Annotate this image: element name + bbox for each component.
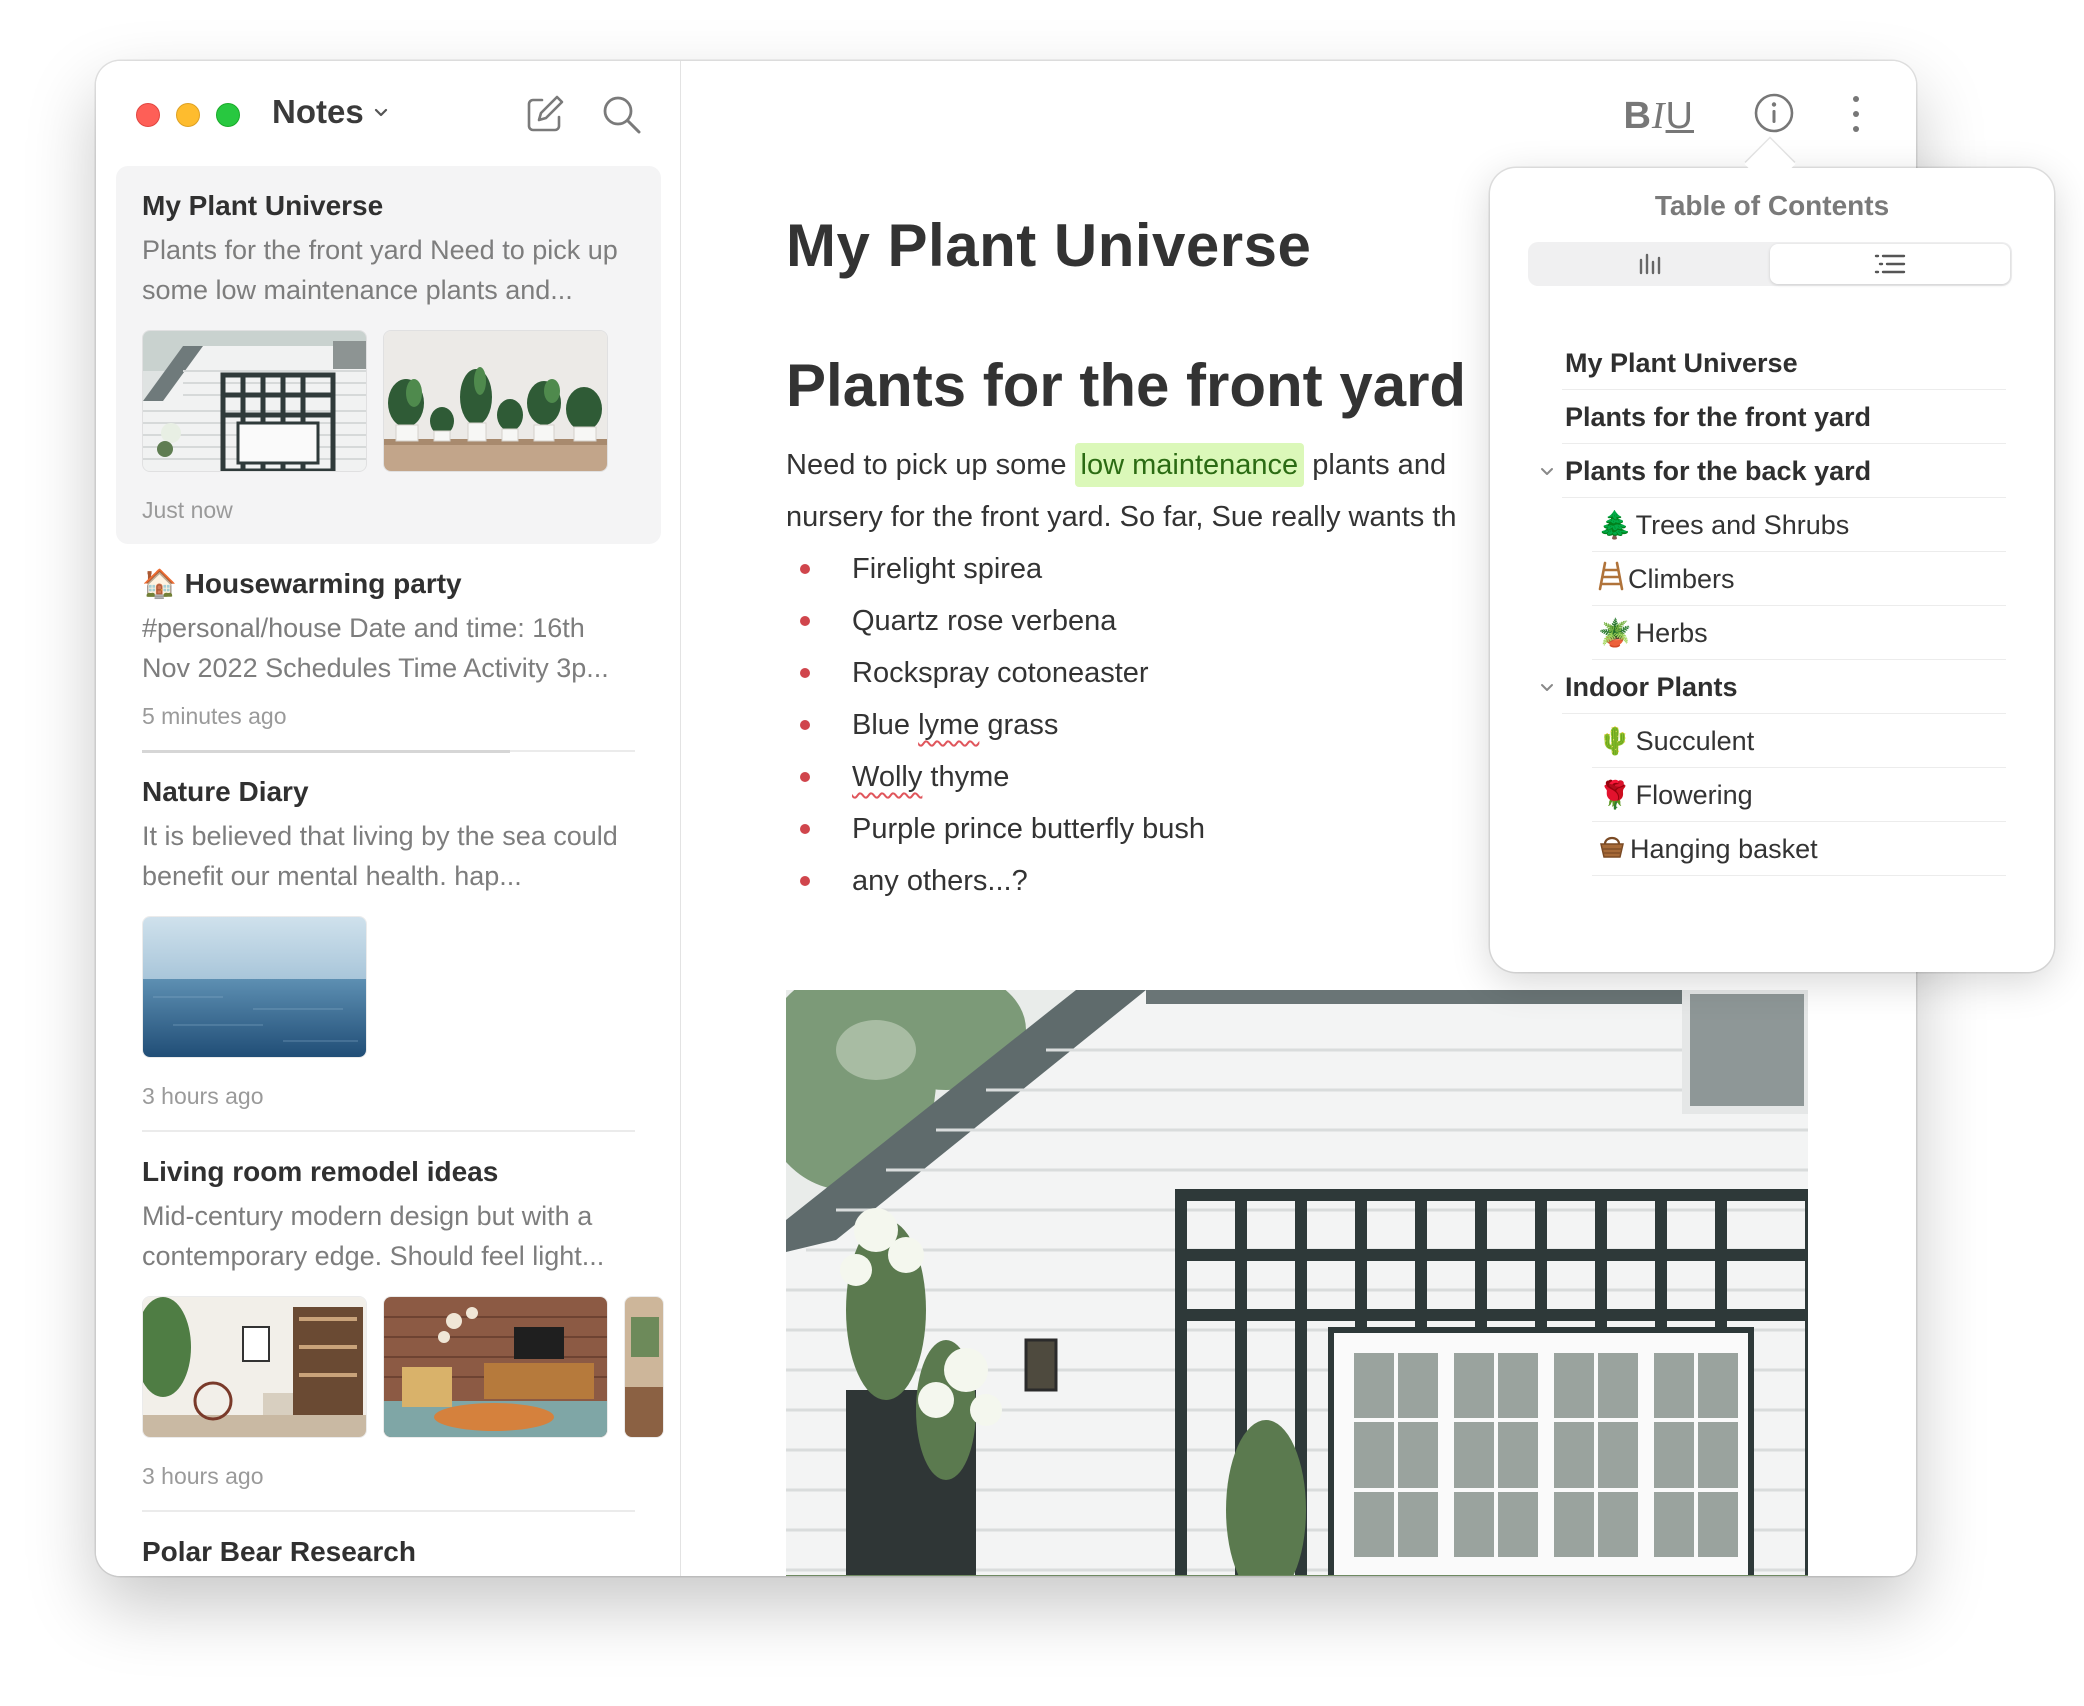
bold-button[interactable]: B [1623, 95, 1651, 137]
toc-item-plants-front-yard[interactable]: Plants for the front yard [1490, 390, 2054, 444]
more-options-icon[interactable] [1846, 93, 1866, 135]
indoor-plants-thumbnail [383, 330, 608, 472]
chevron-down-icon [374, 108, 387, 117]
notes-folder-dropdown[interactable]: Notes [272, 93, 390, 131]
note-item-housewarming-party[interactable]: 🏠 Housewarming party #personal/house Dat… [116, 544, 661, 750]
potted-plant-icon: 🪴 [1598, 618, 1632, 649]
info-icon[interactable] [1752, 91, 1796, 135]
toc-item-plants-back-yard[interactable]: Plants for the back yard [1490, 444, 2054, 498]
zoom-window-button[interactable] [216, 103, 240, 127]
text-format-toolbar: BIU [1623, 94, 1694, 138]
chevron-down-icon[interactable] [1538, 679, 1556, 697]
close-window-button[interactable] [136, 103, 160, 127]
note-timestamp: 5 minutes ago [142, 703, 287, 729]
notes-sidebar: Notes My Plant Universe Plants for the f… [96, 61, 681, 1576]
note-title: My Plant Universe [142, 190, 384, 221]
note-timestamp: Just now [142, 497, 233, 523]
toc-item-flowering[interactable]: 🌹 Flowering [1490, 768, 2054, 822]
evergreen-tree-icon: 🌲 [1598, 510, 1632, 541]
note-title: Polar Bear Research [142, 1536, 416, 1567]
tab-outline[interactable] [1770, 244, 2010, 284]
note-item-polar-bear-research[interactable]: Polar Bear Research [116, 1512, 661, 1576]
chevron-down-icon[interactable] [1538, 463, 1556, 481]
note-title: Housewarming party [184, 568, 462, 599]
note-snippet: Plants for the front yard Need to pick u… [142, 235, 618, 305]
house-emoji-icon: 🏠 [142, 567, 177, 600]
note-item-my-plant-universe[interactable]: My Plant Universe Plants for the front y… [116, 166, 661, 544]
toc-item-trees-and-shrubs[interactable]: 🌲 Trees and Shrubs [1490, 498, 2054, 552]
note-timestamp: 3 hours ago [142, 1463, 264, 1489]
italic-button[interactable]: I [1652, 95, 1666, 137]
highlighted-text: low maintenance [1074, 443, 1305, 487]
notes-folder-label: Notes [272, 93, 364, 130]
bar-chart-icon [1639, 253, 1661, 275]
house-thumbnail [142, 330, 367, 472]
toc-item-succulent[interactable]: 🌵 Succulent [1490, 714, 2054, 768]
note-item-nature-diary[interactable]: Nature Diary It is believed that living … [116, 752, 661, 1130]
cactus-icon: 🌵 [1598, 726, 1632, 757]
toc-list: My Plant Universe Plants for the front y… [1490, 336, 2054, 876]
toc-item-climbers[interactable]: Climbers [1490, 552, 2054, 606]
note-thumbnails [142, 1296, 664, 1438]
note-snippet: It is believed that living by the sea co… [142, 821, 618, 891]
note-snippet: #personal/house Date and time: 16th Nov … [142, 613, 609, 683]
toc-item-my-plant-universe[interactable]: My Plant Universe [1490, 336, 2054, 390]
misspelled-word: lyme [918, 709, 980, 741]
living-room-thumbnail-3 [624, 1296, 664, 1438]
list-outline-icon [1874, 254, 1906, 274]
toc-item-indoor-plants[interactable]: Indoor Plants [1490, 660, 2054, 714]
search-icon[interactable] [598, 91, 644, 137]
tab-statistics[interactable] [1530, 244, 1770, 284]
toc-item-herbs[interactable]: 🪴 Herbs [1490, 606, 2054, 660]
living-room-thumbnail-2 [383, 1296, 608, 1438]
basket-icon [1598, 832, 1626, 867]
note-thumbnails [142, 330, 635, 472]
underline-button[interactable]: U [1666, 95, 1694, 137]
table-of-contents-popover: Table of Contents My Plant Universe Plan… [1490, 168, 2054, 972]
house-photo [786, 990, 1808, 1576]
sea-thumbnail [142, 916, 367, 1058]
window-controls [136, 103, 240, 127]
note-item-living-room-remodel[interactable]: Living room remodel ideas Mid-century mo… [116, 1132, 664, 1510]
toc-item-hanging-basket[interactable]: Hanging basket [1490, 822, 2054, 876]
minimize-window-button[interactable] [176, 103, 200, 127]
misspelled-word: Wolly [852, 761, 923, 793]
note-title: Living room remodel ideas [142, 1156, 499, 1187]
living-room-thumbnail-1 [142, 1296, 367, 1438]
ladder-icon [1598, 561, 1624, 598]
rose-icon: 🌹 [1598, 780, 1632, 811]
note-timestamp: 3 hours ago [142, 1083, 264, 1109]
note-list: My Plant Universe Plants for the front y… [116, 166, 664, 1576]
compose-icon[interactable] [522, 91, 568, 137]
toc-title: Table of Contents [1654, 190, 1890, 221]
toc-view-switcher [1528, 242, 2012, 286]
note-thumbnails [142, 916, 635, 1058]
note-title: Nature Diary [142, 776, 309, 807]
note-snippet: Mid-century modern design but with a con… [142, 1201, 605, 1271]
